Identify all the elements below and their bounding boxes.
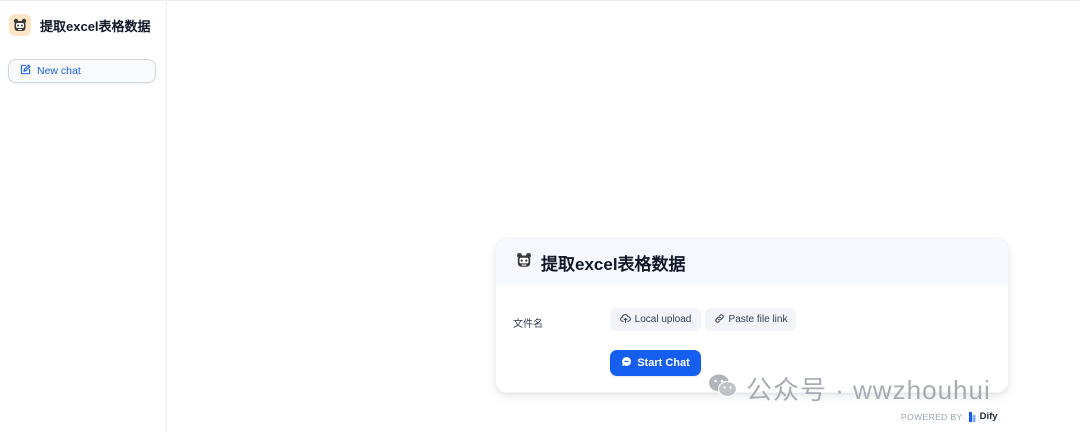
cloud-upload-icon [619, 313, 631, 327]
link-icon [714, 313, 725, 327]
local-upload-label: Local upload [634, 314, 692, 325]
chat-bubble-icon [621, 356, 632, 370]
new-chat-button[interactable]: New chat [8, 59, 156, 83]
dify-logo: Dify [968, 411, 998, 422]
watermark: 公众号 · wwzhouhui [708, 370, 991, 407]
watermark-text: 公众号 · wwzhouhui [746, 375, 991, 405]
app-title: 提取excel表格数据 [40, 18, 151, 34]
new-chat-label: New chat [37, 65, 81, 77]
powered-by-label: POWERED BY [901, 411, 963, 422]
file-name-label: 文件名 [513, 319, 543, 330]
dify-brand-text: Dify [979, 411, 998, 422]
start-chat-label: Start Chat [637, 357, 690, 369]
sidebar: 提取excel表格数据 New chat [0, 1, 167, 432]
robot-face-icon [515, 251, 533, 274]
edit-icon [20, 62, 31, 80]
powered-by[interactable]: POWERED BY Dify [901, 411, 998, 422]
app-header: 提取excel表格数据 [9, 14, 151, 36]
robot-face-icon [9, 14, 31, 36]
dify-logo-icon [968, 411, 976, 422]
wechat-icon [708, 373, 738, 404]
local-upload-button[interactable]: Local upload [610, 308, 701, 331]
card-header: 提取excel表格数据 [496, 239, 1008, 285]
card-title: 提取excel表格数据 [541, 254, 686, 274]
paste-file-link-label: Paste file link [728, 314, 788, 325]
start-chat-button[interactable]: Start Chat [610, 350, 701, 376]
paste-file-link-button[interactable]: Paste file link [705, 308, 796, 331]
